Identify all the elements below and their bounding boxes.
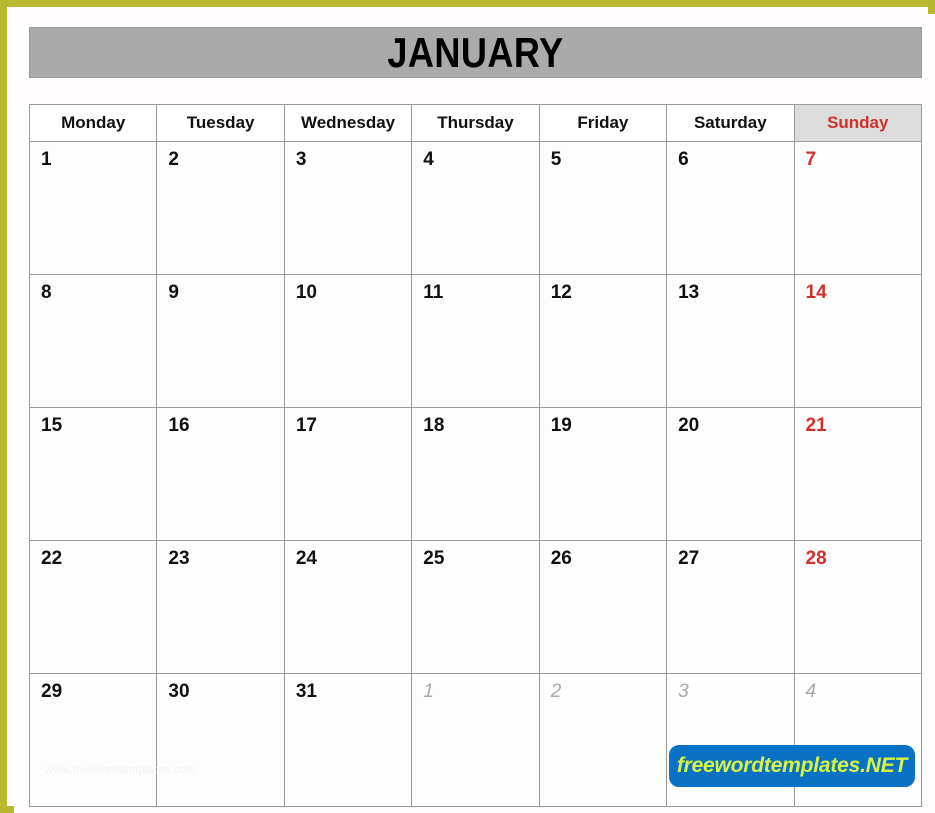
calendar-day-cell[interactable]: 8	[28, 274, 158, 408]
calendar-day-cell[interactable]: 25	[411, 540, 540, 674]
calendar-day-number: 28	[805, 548, 827, 569]
calendar-day-number: 13	[678, 282, 700, 303]
calendar-day-number: 25	[423, 548, 445, 569]
calendar-day-number: 9	[168, 282, 179, 303]
page-frame: JANUARY 2018 Monday Tuesday Wednesday Th…	[0, 0, 935, 813]
calendar-day-number: 22	[41, 548, 63, 569]
calendar-day-number: 5	[550, 149, 562, 170]
calendar-day-number: 20	[678, 415, 700, 436]
calendar-day-number: 14	[805, 282, 827, 303]
calendar-day-cell[interactable]: 29	[28, 673, 158, 807]
calendar-day-number: 10	[295, 282, 317, 303]
calendar-day-cell[interactable]: 3	[283, 141, 413, 275]
calendar-day-cell[interactable]: 10	[283, 274, 413, 408]
calendar-day-cell[interactable]: 4	[411, 141, 540, 275]
calendar-day-cell[interactable]: 16	[156, 407, 285, 541]
calendar-day-cell[interactable]: 9	[156, 274, 285, 408]
calendar-day-number: 23	[168, 548, 190, 569]
calendar-day-number: 12	[550, 282, 572, 303]
calendar-day-cell[interactable]: 3	[666, 673, 795, 807]
calendar-day-number: 6	[678, 149, 689, 170]
weekday-header-thursday: Thursday	[411, 104, 540, 142]
calendar-day-number: 1	[423, 681, 434, 702]
calendar-day-cell[interactable]: 20	[666, 407, 795, 541]
calendar-day-number: 31	[295, 681, 317, 702]
calendar-day-number: 2	[550, 681, 562, 702]
weekday-header-saturday: Saturday	[666, 104, 795, 142]
calendar-day-cell[interactable]: 17	[283, 407, 413, 541]
weekday-header-sunday: Sunday	[793, 104, 923, 142]
calendar-day-number: 2	[168, 149, 179, 170]
page-title: JANUARY	[387, 28, 564, 76]
calendar-day-number: 24	[295, 548, 317, 569]
calendar-day-cell[interactable]: 26	[538, 540, 668, 674]
calendar-day-cell[interactable]: 7	[793, 141, 923, 275]
calendar-day-cell[interactable]: 18	[411, 407, 540, 541]
weekday-header-wednesday: Wednesday	[283, 104, 413, 142]
calendar-day-number: 19	[550, 415, 572, 436]
calendar-week-row: 22 23 24 25 26 27 28	[28, 540, 923, 674]
calendar-day-cell[interactable]: 14	[793, 274, 923, 408]
calendar-day-cell[interactable]: 22	[28, 540, 158, 674]
calendar-day-cell[interactable]: 11	[411, 274, 540, 408]
calendar-day-cell[interactable]: 19	[538, 407, 668, 541]
calendar-day-number: 3	[295, 149, 307, 170]
calendar-day-cell[interactable]: 6	[666, 141, 795, 275]
calendar-day-number: 1	[41, 149, 52, 170]
calendar-day-cell[interactable]: 28	[793, 540, 923, 674]
calendar-day-cell[interactable]: 1	[411, 673, 540, 807]
calendar-day-cell[interactable]: 30	[156, 673, 285, 807]
calendar-week-row: 29 30 31 1 2 3 4	[28, 673, 923, 807]
calendar-day-number: 15	[41, 415, 63, 436]
calendar-body: 1 2 3 4 5 6 7 8 9 10 11 12 13 14 15 16 17 18 19 20 21 22 23 24 2…	[28, 141, 923, 807]
calendar-week-row: 15 16 17 18 19 20 21	[28, 407, 923, 541]
calendar-day-number: 8	[41, 282, 52, 303]
calendar-day-number: 11	[423, 282, 444, 303]
calendar-day-cell[interactable]: 2	[538, 673, 668, 807]
month-title-bar: JANUARY	[29, 27, 922, 78]
calendar-day-cell[interactable]: 15	[28, 407, 158, 541]
calendar-day-number: 30	[168, 681, 190, 702]
calendar-week-row: 8 9 10 11 12 13 14	[28, 274, 923, 408]
calendar-day-number: 17	[295, 415, 317, 436]
calendar-day-number: 26	[550, 548, 572, 569]
calendar-day-cell[interactable]: 21	[793, 407, 923, 541]
calendar-day-number: 18	[423, 415, 445, 436]
calendar-day-cell[interactable]: 24	[283, 540, 413, 674]
calendar-day-number: 4	[805, 681, 817, 702]
weekday-header-friday: Friday	[538, 104, 668, 142]
weekday-header-tuesday: Tuesday	[156, 104, 285, 142]
calendar-day-number: 3	[678, 681, 689, 702]
calendar-day-cell[interactable]: 23	[156, 540, 285, 674]
brand-badge-label: freewordtemplates.NET	[676, 754, 908, 777]
calendar-grid: Monday Tuesday Wednesday Thursday Friday…	[28, 104, 923, 807]
weekday-header-row: Monday Tuesday Wednesday Thursday Friday…	[28, 104, 923, 142]
calendar-day-cell[interactable]: 1	[28, 141, 158, 275]
calendar-day-number: 7	[805, 149, 817, 170]
brand-badge[interactable]: freewordtemplates.NET	[670, 746, 914, 786]
calendar-day-cell[interactable]: 13	[666, 274, 795, 408]
calendar-day-cell[interactable]: 5	[538, 141, 668, 275]
calendar-day-cell[interactable]: 27	[666, 540, 795, 674]
calendar-day-cell[interactable]: 31	[283, 673, 413, 807]
calendar-day-cell[interactable]: 12	[538, 274, 668, 408]
calendar-day-number: 4	[423, 149, 434, 170]
calendar-day-number: 29	[41, 681, 63, 702]
calendar-day-cell[interactable]: 4	[793, 673, 923, 807]
calendar-day-number: 16	[168, 415, 190, 436]
calendar-day-cell[interactable]: 2	[156, 141, 285, 275]
calendar-day-number: 21	[805, 415, 827, 436]
calendar-week-row: 1 2 3 4 5 6 7	[28, 141, 923, 275]
calendar-day-number: 27	[678, 548, 700, 569]
weekday-header-monday: Monday	[28, 104, 158, 142]
